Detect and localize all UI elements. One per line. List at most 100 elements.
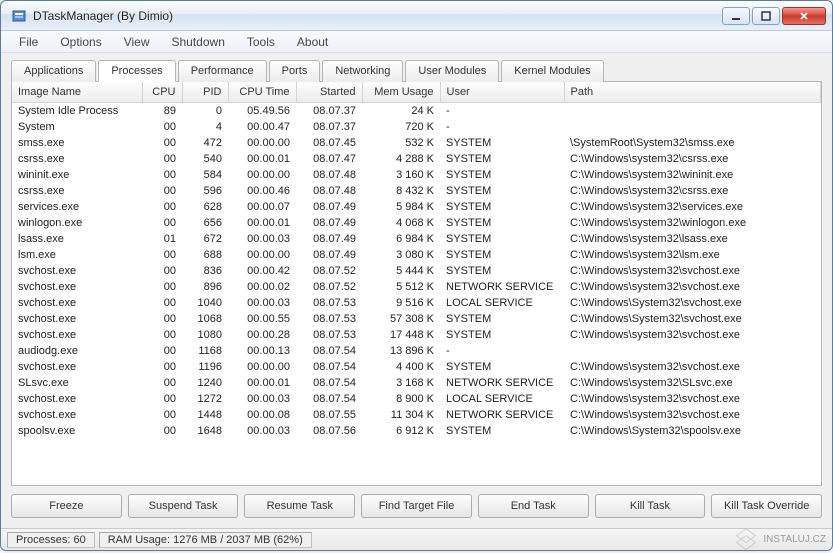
tab-user-modules[interactable]: User Modules bbox=[405, 60, 499, 82]
table-row[interactable]: spoolsv.exe00164800.00.0308.07.566 912 K… bbox=[12, 423, 821, 439]
cell-mem: 6 912 K bbox=[362, 423, 440, 439]
table-row[interactable]: svchost.exe0089600.00.0208.07.525 512 KN… bbox=[12, 279, 821, 295]
kill-task-override-button[interactable]: Kill Task Override bbox=[711, 494, 822, 518]
cell-pid: 688 bbox=[182, 247, 228, 263]
cell-cpu: 01 bbox=[142, 231, 182, 247]
table-row[interactable]: System00400.00.4708.07.37720 K- bbox=[12, 119, 821, 135]
table-row[interactable]: csrss.exe0054000.00.0108.07.474 288 KSYS… bbox=[12, 151, 821, 167]
cell-cpu: 00 bbox=[142, 135, 182, 151]
col-path[interactable]: Path bbox=[564, 82, 821, 103]
find-target-file-button[interactable]: Find Target File bbox=[361, 494, 472, 518]
cell-cputime: 00.00.00 bbox=[228, 247, 296, 263]
col-cpu[interactable]: CPU bbox=[142, 82, 182, 103]
menu-tools[interactable]: Tools bbox=[237, 33, 285, 51]
cell-path bbox=[564, 343, 821, 359]
table-row[interactable]: wininit.exe0058400.00.0008.07.483 160 KS… bbox=[12, 167, 821, 183]
cell-cpu: 00 bbox=[142, 263, 182, 279]
cell-mem: 13 896 K bbox=[362, 343, 440, 359]
tab-processes[interactable]: Processes bbox=[98, 60, 175, 82]
cell-cpu: 00 bbox=[142, 215, 182, 231]
col-mem-usage[interactable]: Mem Usage bbox=[362, 82, 440, 103]
resume-task-button[interactable]: Resume Task bbox=[244, 494, 355, 518]
cell-path: C:\Windows\system32\wininit.exe bbox=[564, 167, 821, 183]
table-row[interactable]: System Idle Process89005.49.5608.07.3724… bbox=[12, 103, 821, 120]
menu-about[interactable]: About bbox=[287, 33, 338, 51]
header-row: Image Name CPU PID CPU Time Started Mem … bbox=[12, 82, 821, 103]
cell-cpu: 00 bbox=[142, 407, 182, 423]
cell-mem: 4 068 K bbox=[362, 215, 440, 231]
cell-mem: 4 288 K bbox=[362, 151, 440, 167]
table-row[interactable]: svchost.exe00108000.00.2808.07.5317 448 … bbox=[12, 327, 821, 343]
table-row[interactable]: svchost.exe00119600.00.0008.07.544 400 K… bbox=[12, 359, 821, 375]
menu-file[interactable]: File bbox=[9, 33, 48, 51]
table-row[interactable]: smss.exe0047200.00.0008.07.45532 KSYSTEM… bbox=[12, 135, 821, 151]
tab-applications[interactable]: Applications bbox=[11, 60, 96, 82]
col-image-name[interactable]: Image Name bbox=[12, 82, 142, 103]
table-row[interactable]: svchost.exe00104000.00.0308.07.539 516 K… bbox=[12, 295, 821, 311]
cell-cputime: 00.00.55 bbox=[228, 311, 296, 327]
cell-path: C:\Windows\system32\svchost.exe bbox=[564, 279, 821, 295]
table-row[interactable]: svchost.exe00106800.00.5508.07.5357 308 … bbox=[12, 311, 821, 327]
cell-user: SYSTEM bbox=[440, 359, 564, 375]
close-button[interactable] bbox=[782, 7, 826, 25]
cell-name: services.exe bbox=[12, 199, 142, 215]
cell-cputime: 00.00.13 bbox=[228, 343, 296, 359]
table-row[interactable]: audiodg.exe00116800.00.1308.07.5413 896 … bbox=[12, 343, 821, 359]
col-started[interactable]: Started bbox=[296, 82, 362, 103]
app-window: DTaskManager (By Dimio) File Options Vie… bbox=[0, 0, 833, 551]
cell-pid: 1068 bbox=[182, 311, 228, 327]
process-table: Image Name CPU PID CPU Time Started Mem … bbox=[12, 82, 821, 439]
menu-shutdown[interactable]: Shutdown bbox=[162, 33, 235, 51]
cell-started: 08.07.37 bbox=[296, 119, 362, 135]
cell-cputime: 00.00.03 bbox=[228, 295, 296, 311]
table-row[interactable]: lsm.exe0068800.00.0008.07.493 080 KSYSTE… bbox=[12, 247, 821, 263]
tab-kernel-modules[interactable]: Kernel Modules bbox=[501, 60, 603, 82]
menu-view[interactable]: View bbox=[114, 33, 160, 51]
minimize-button[interactable] bbox=[722, 7, 750, 25]
table-row[interactable]: SLsvc.exe00124000.00.0108.07.543 168 KNE… bbox=[12, 375, 821, 391]
process-table-scroll[interactable]: Image Name CPU PID CPU Time Started Mem … bbox=[12, 82, 821, 485]
table-row[interactable]: lsass.exe0167200.00.0308.07.496 984 KSYS… bbox=[12, 231, 821, 247]
cell-pid: 0 bbox=[182, 103, 228, 120]
tab-ports[interactable]: Ports bbox=[269, 60, 321, 82]
cell-cputime: 00.00.47 bbox=[228, 119, 296, 135]
col-pid[interactable]: PID bbox=[182, 82, 228, 103]
cell-started: 08.07.53 bbox=[296, 327, 362, 343]
cell-path: C:\Windows\system32\svchost.exe bbox=[564, 407, 821, 423]
cell-pid: 1196 bbox=[182, 359, 228, 375]
table-row[interactable]: svchost.exe00144800.00.0808.07.5511 304 … bbox=[12, 407, 821, 423]
table-row[interactable]: svchost.exe0083600.00.4208.07.525 444 KS… bbox=[12, 263, 821, 279]
window-title: DTaskManager (By Dimio) bbox=[33, 9, 722, 23]
table-row[interactable]: winlogon.exe0065600.00.0108.07.494 068 K… bbox=[12, 215, 821, 231]
cell-mem: 5 444 K bbox=[362, 263, 440, 279]
cell-pid: 472 bbox=[182, 135, 228, 151]
kill-task-button[interactable]: Kill Task bbox=[595, 494, 706, 518]
status-processes: Processes: 60 bbox=[7, 532, 95, 548]
end-task-button[interactable]: End Task bbox=[478, 494, 589, 518]
cell-name: audiodg.exe bbox=[12, 343, 142, 359]
table-row[interactable]: services.exe0062800.00.0708.07.495 984 K… bbox=[12, 199, 821, 215]
menu-options[interactable]: Options bbox=[50, 33, 111, 51]
cell-pid: 628 bbox=[182, 199, 228, 215]
cell-started: 08.07.55 bbox=[296, 407, 362, 423]
cell-cputime: 00.00.08 bbox=[228, 407, 296, 423]
maximize-button[interactable] bbox=[752, 7, 780, 25]
cell-cpu: 00 bbox=[142, 327, 182, 343]
cell-name: svchost.exe bbox=[12, 391, 142, 407]
status-ram: RAM Usage: 1276 MB / 2037 MB (62%) bbox=[99, 532, 312, 548]
freeze-button[interactable]: Freeze bbox=[11, 494, 122, 518]
cell-mem: 57 308 K bbox=[362, 311, 440, 327]
menubar: File Options View Shutdown Tools About bbox=[1, 31, 832, 53]
tab-performance[interactable]: Performance bbox=[178, 60, 267, 82]
col-cpu-time[interactable]: CPU Time bbox=[228, 82, 296, 103]
table-row[interactable]: csrss.exe0059600.00.4608.07.488 432 KSYS… bbox=[12, 183, 821, 199]
col-user[interactable]: User bbox=[440, 82, 564, 103]
table-row[interactable]: svchost.exe00127200.00.0308.07.548 900 K… bbox=[12, 391, 821, 407]
titlebar[interactable]: DTaskManager (By Dimio) bbox=[1, 1, 832, 31]
cell-name: svchost.exe bbox=[12, 295, 142, 311]
cell-started: 08.07.48 bbox=[296, 183, 362, 199]
suspend-task-button[interactable]: Suspend Task bbox=[128, 494, 239, 518]
cell-cpu: 00 bbox=[142, 167, 182, 183]
tab-networking[interactable]: Networking bbox=[322, 60, 403, 82]
cell-user: - bbox=[440, 103, 564, 120]
